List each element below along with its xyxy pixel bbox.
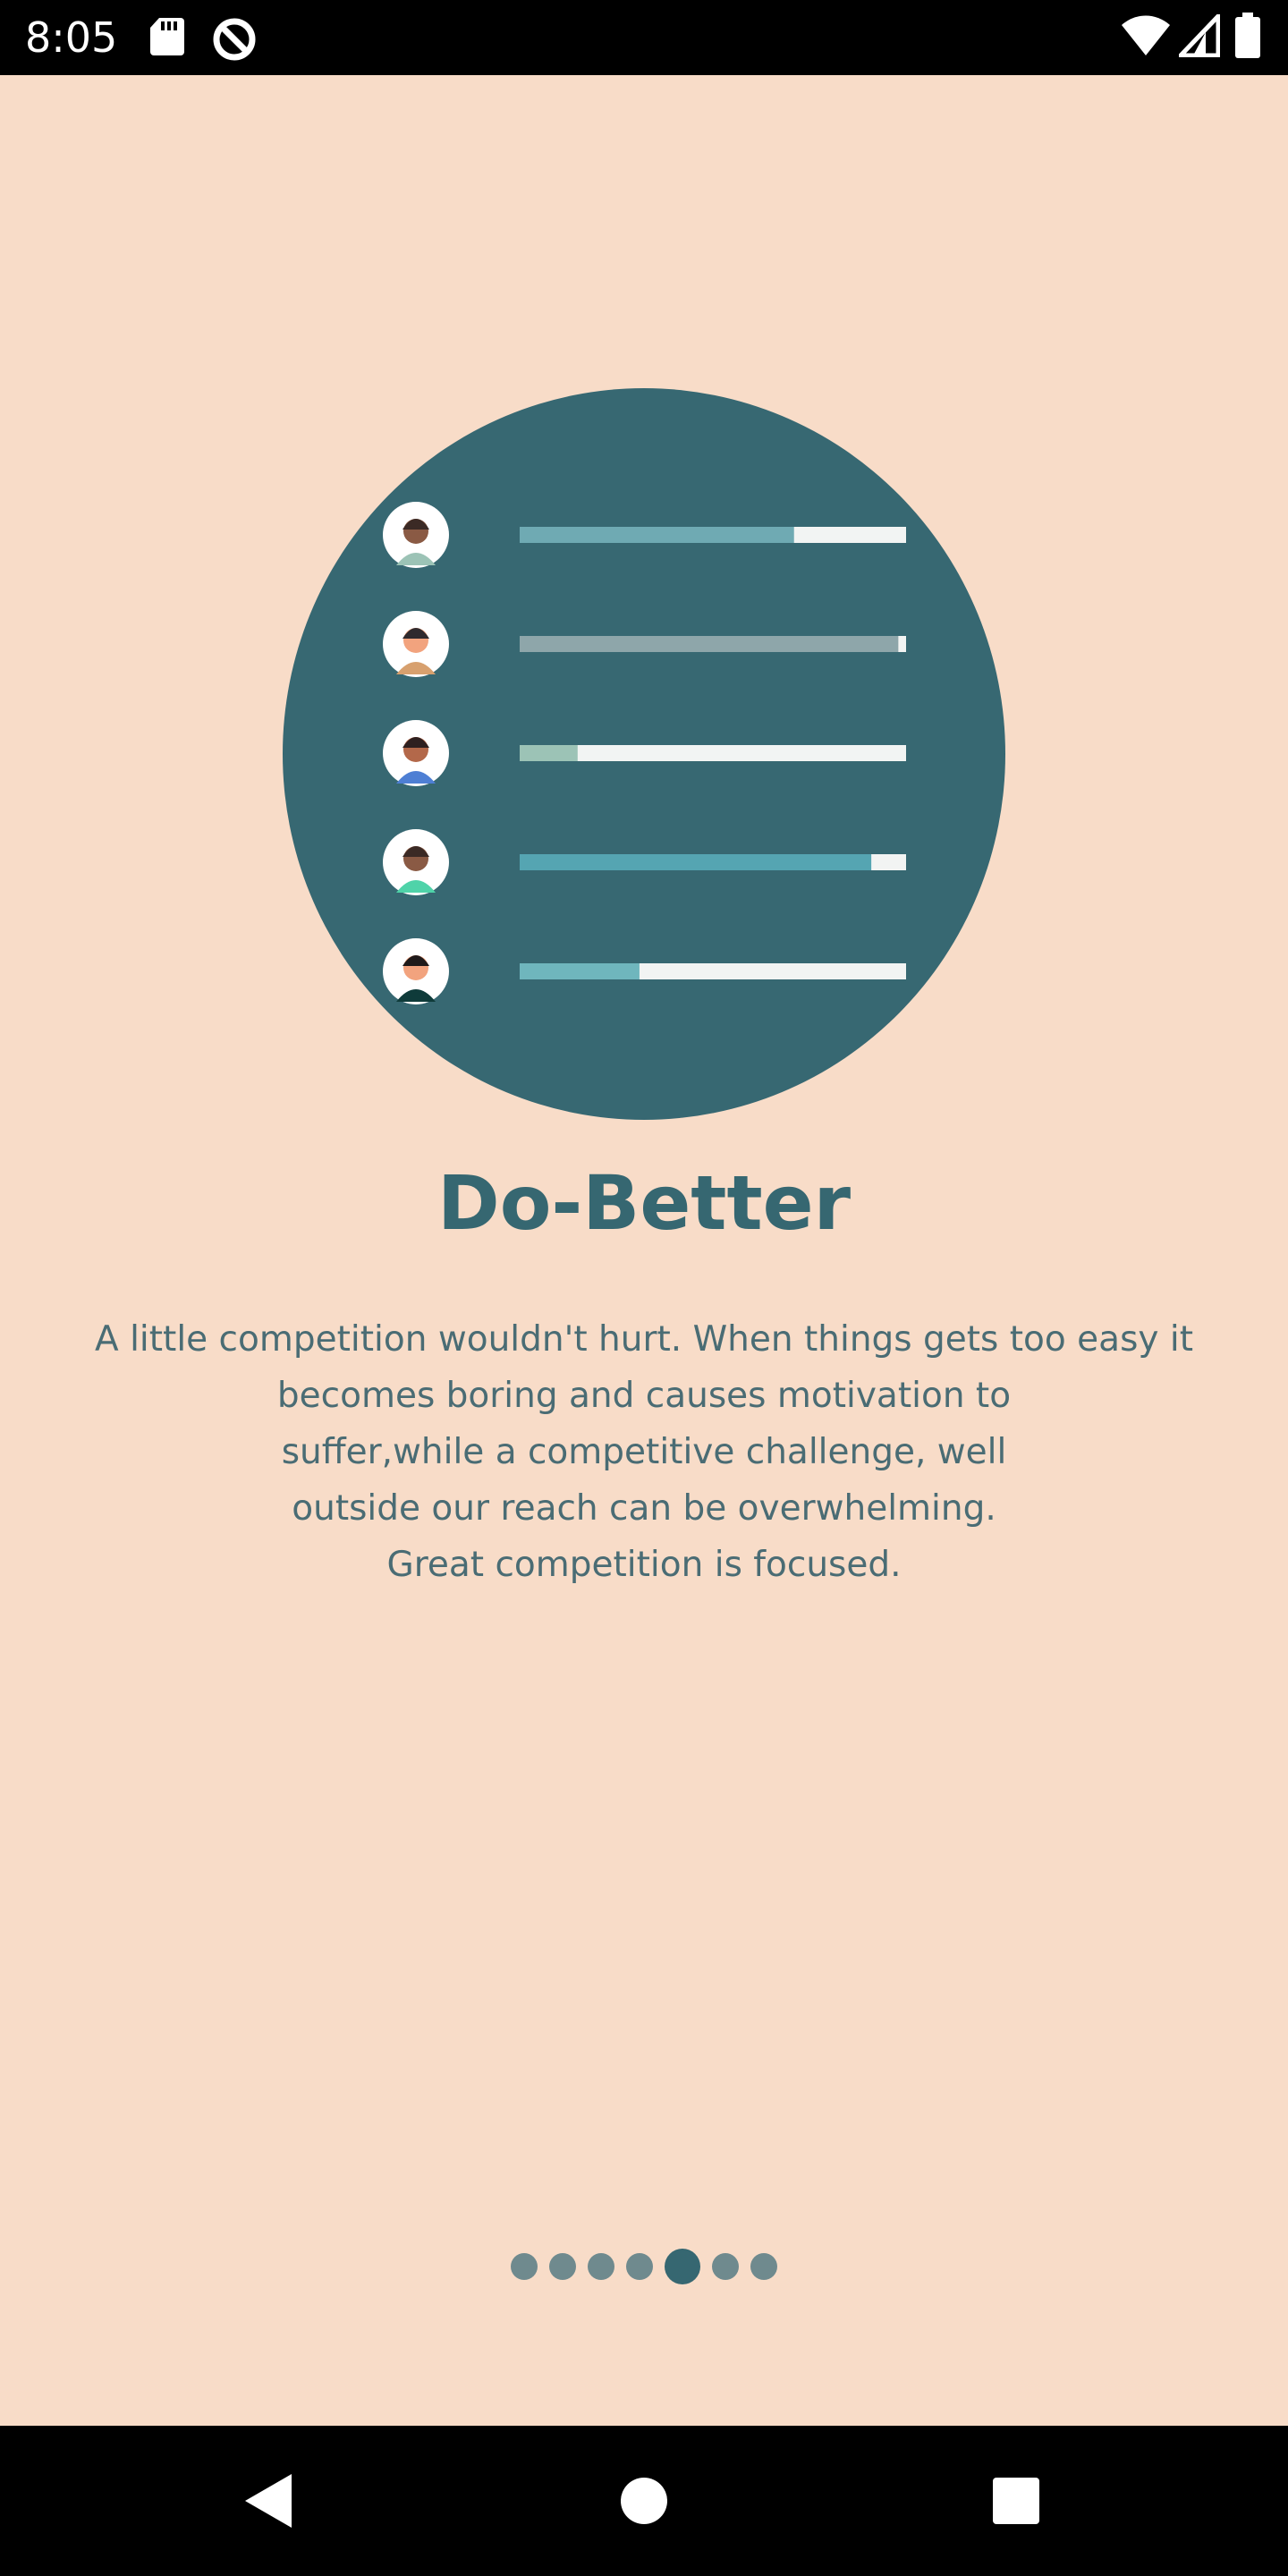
avatar-icon: [383, 938, 449, 1004]
home-icon[interactable]: [599, 2456, 689, 2546]
description-line: becomes boring and causes motivation to: [276, 1376, 1012, 1416]
page-dot[interactable]: [750, 2253, 777, 2280]
description-line: A little competition wouldn't hurt. When…: [95, 1319, 1193, 1360]
page-indicator: [0, 2249, 1288, 2284]
page-dot-active[interactable]: [665, 2249, 700, 2284]
avatar-icon: [383, 611, 449, 677]
recents-icon[interactable]: [971, 2456, 1061, 2546]
progress-fill: [520, 963, 640, 979]
page-dot[interactable]: [511, 2253, 538, 2280]
page-dot[interactable]: [626, 2253, 653, 2280]
data-saver-icon: [213, 18, 256, 61]
back-icon[interactable]: [224, 2456, 313, 2546]
sd-card-icon: [150, 18, 184, 55]
progress-fill: [520, 745, 578, 761]
description: A little competition wouldn't hurt. When…: [54, 1311, 1234, 1593]
leaderboard-illustration: [283, 388, 1005, 1120]
description-line: outside our reach can be overwhelming.: [292, 1488, 996, 1529]
avatar-icon: [383, 829, 449, 895]
avatar-icon: [383, 720, 449, 786]
page-dot[interactable]: [588, 2253, 614, 2280]
page-dot[interactable]: [549, 2253, 576, 2280]
wifi-icon: [1122, 15, 1170, 55]
status-time: 8:05: [25, 13, 118, 62]
page-title: Do-Better: [437, 1159, 851, 1247]
progress-fill: [520, 527, 794, 543]
signal-icon: [1179, 14, 1220, 57]
description-line: suffer,while a competitive challenge, we…: [281, 1432, 1007, 1472]
navigation-bar: [0, 2426, 1288, 2576]
progress-fill: [520, 854, 872, 870]
progress-fill: [520, 636, 899, 652]
avatar-icon: [383, 502, 449, 568]
status-bar: 8:05: [0, 0, 1288, 75]
page-dot[interactable]: [712, 2253, 739, 2280]
description-line: Great competition is focused.: [386, 1545, 902, 1585]
battery-icon: [1235, 13, 1260, 58]
